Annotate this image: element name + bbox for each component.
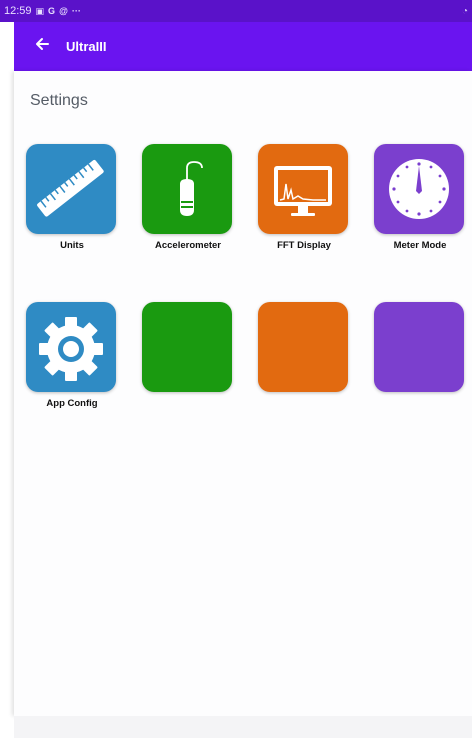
status-more: ··· <box>71 6 81 16</box>
wifi-icon: ◔ <box>461 5 468 17</box>
notification-icon: ▣ <box>35 5 45 16</box>
tile-app-config[interactable]: App Config <box>26 302 118 409</box>
settings-content: Settings Units Accelerometer FFT Display… <box>14 71 472 716</box>
gear-icon <box>39 317 103 381</box>
fft-display-button[interactable] <box>258 144 348 234</box>
app-bar: UltraIII <box>14 22 472 71</box>
tile-fft-display[interactable]: FFT Display <box>258 144 350 251</box>
tile-label-meter-mode: Meter Mode <box>393 240 447 251</box>
section-title: Settings <box>30 92 88 109</box>
ruler-icon <box>37 159 104 217</box>
app-config-button[interactable] <box>26 302 116 392</box>
bottom-bar <box>14 716 472 738</box>
monitor-spectrum-icon <box>274 166 332 216</box>
units-button[interactable] <box>26 144 116 234</box>
tile-label-accelerometer: Accelerometer <box>154 240 221 251</box>
tile-empty-green[interactable] <box>142 302 234 398</box>
left-edge <box>0 71 14 738</box>
back-arrow-icon[interactable] <box>14 36 70 57</box>
tile-empty-orange[interactable] <box>258 302 350 398</box>
empty-orange-button[interactable] <box>258 302 348 392</box>
app-title: UltraIII <box>66 39 107 54</box>
tile-accelerometer[interactable]: Accelerometer <box>142 144 234 251</box>
tile-meter-mode[interactable]: Meter Mode <box>374 144 466 251</box>
tile-label-units: Units <box>60 240 84 251</box>
meter-mode-button[interactable] <box>374 144 464 234</box>
tile-label-fft-display: FFT Display <box>277 240 331 251</box>
empty-green-button[interactable] <box>142 302 232 392</box>
tile-label-app-config: App Config <box>46 398 98 409</box>
at-sign-icon: @ <box>59 6 68 16</box>
status-indicator-g: G <box>48 6 56 16</box>
status-time: 12:59 <box>4 5 32 17</box>
empty-purple-button[interactable] <box>374 302 464 392</box>
tile-units[interactable]: Units <box>26 144 118 251</box>
sensor-probe-icon <box>180 161 203 216</box>
status-bar: 12:59 ▣ G @ ··· ◔ <box>0 0 472 22</box>
tile-empty-purple[interactable] <box>374 302 466 398</box>
accelerometer-button[interactable] <box>142 144 232 234</box>
gauge-dial-icon <box>389 159 449 219</box>
